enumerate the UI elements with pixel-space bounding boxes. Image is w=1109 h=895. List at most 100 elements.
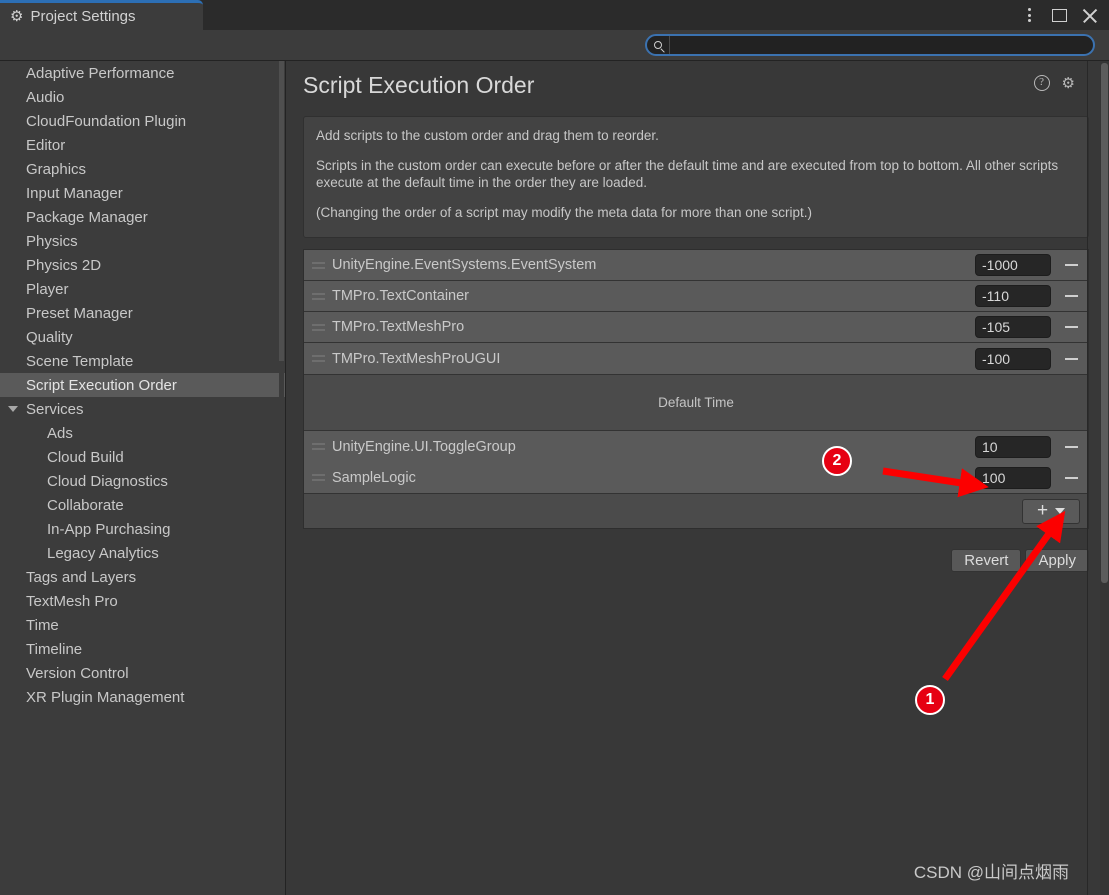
minus-icon xyxy=(1064,357,1078,360)
execution-order-value-input[interactable]: -100 xyxy=(975,347,1051,370)
drag-handle-icon[interactable] xyxy=(304,312,332,342)
sidebar-list: Adaptive Performance Audio CloudFoundation… xyxy=(0,61,285,709)
remove-script-button[interactable] xyxy=(1060,467,1082,489)
sidebar-item-xr-plugin-management[interactable]: XR Plugin Management xyxy=(0,685,285,709)
sidebar-item-graphics[interactable]: Graphics xyxy=(0,157,285,181)
minus-icon xyxy=(1064,476,1078,479)
search-box[interactable] xyxy=(645,34,1095,56)
close-button[interactable] xyxy=(1075,2,1103,28)
drag-handle-icon[interactable] xyxy=(304,431,332,462)
maximize-button[interactable] xyxy=(1045,2,1073,28)
sidebar-item-label: TextMesh Pro xyxy=(26,592,118,610)
more-menu-button[interactable] xyxy=(1015,2,1043,28)
sidebar-item-label: Cloud Build xyxy=(47,448,124,466)
sidebar-item-script-execution-order[interactable]: Script Execution Order xyxy=(0,373,285,397)
sidebar-item-in-app-purchasing[interactable]: In-App Purchasing xyxy=(0,517,285,541)
sidebar-item-adaptive-performance[interactable]: Adaptive Performance xyxy=(0,61,285,85)
settings-sidebar[interactable]: Adaptive Performance Audio CloudFoundation… xyxy=(0,61,286,895)
default-time-label: Default Time xyxy=(658,395,734,410)
sidebar-item-label: In-App Purchasing xyxy=(47,520,171,538)
execution-order-value-input[interactable]: -105 xyxy=(975,316,1051,338)
sidebar-item-physics[interactable]: Physics xyxy=(0,229,285,253)
sidebar-item-editor[interactable]: Editor xyxy=(0,133,285,157)
sidebar-item-input-manager[interactable]: Input Manager xyxy=(0,181,285,205)
info-box: Add scripts to the custom order and drag… xyxy=(303,116,1089,238)
drag-handle-icon[interactable] xyxy=(304,281,332,311)
sidebar-item-player[interactable]: Player xyxy=(0,277,285,301)
sidebar-item-package-manager[interactable]: Package Manager xyxy=(0,205,285,229)
remove-script-button[interactable] xyxy=(1060,285,1082,307)
sidebar-item-cloud-diagnostics[interactable]: Cloud Diagnostics xyxy=(0,469,285,493)
info-paragraph-3: (Changing the order of a script may modi… xyxy=(316,205,812,220)
script-execution-order-list: UnityEngine.EventSystems.EventSystem -100… xyxy=(303,249,1089,529)
main-scrollbar-thumb[interactable] xyxy=(1101,63,1108,583)
sidebar-item-ads[interactable]: Ads xyxy=(0,421,285,445)
sidebar-item-tags-and-layers[interactable]: Tags and Layers xyxy=(0,565,285,589)
sidebar-scrollbar[interactable] xyxy=(279,61,284,895)
execution-order-value-input[interactable]: 100 xyxy=(975,466,1051,489)
sidebar-item-label: Ads xyxy=(47,424,73,442)
tab-project-settings[interactable]: ⚙ Project Settings xyxy=(0,0,203,30)
page-header-icons: ? ⚙ xyxy=(1033,75,1075,91)
execution-order-value-input[interactable]: -1000 xyxy=(975,254,1051,276)
remove-script-button[interactable] xyxy=(1060,348,1082,370)
info-paragraph-1: Add scripts to the custom order and drag… xyxy=(316,128,659,143)
sidebar-item-label: XR Plugin Management xyxy=(26,688,185,706)
drag-handle-icon[interactable] xyxy=(304,250,332,280)
script-name: UnityEngine.EventSystems.EventSystem xyxy=(332,257,597,273)
help-question-icon[interactable]: ? xyxy=(1033,75,1050,91)
window-controls xyxy=(1015,0,1103,30)
sidebar-item-collaborate[interactable]: Collaborate xyxy=(0,493,285,517)
title-bar: ⚙ Project Settings xyxy=(0,0,1109,30)
script-name: SampleLogic xyxy=(332,469,416,486)
sidebar-item-label: Cloud Diagnostics xyxy=(47,472,168,490)
sidebar-item-services[interactable]: Services xyxy=(0,397,285,421)
sidebar-item-timeline[interactable]: Timeline xyxy=(0,637,285,661)
script-row[interactable]: UnityEngine.EventSystems.EventSystem -100… xyxy=(304,250,1088,281)
sidebar-item-cloudfoundation-plugin[interactable]: CloudFoundation Plugin xyxy=(0,109,285,133)
drag-handle-icon[interactable] xyxy=(304,462,332,493)
main-scrollbar[interactable] xyxy=(1100,61,1109,895)
apply-button[interactable]: Apply xyxy=(1025,548,1089,572)
gear-icon[interactable]: ⚙ xyxy=(1062,76,1075,91)
sidebar-item-physics-2d[interactable]: Physics 2D xyxy=(0,253,285,277)
maximize-square-icon xyxy=(1051,8,1067,22)
revert-button[interactable]: Revert xyxy=(951,548,1022,572)
drag-handle-icon[interactable] xyxy=(304,343,332,374)
execution-order-value-input[interactable]: -110 xyxy=(975,285,1051,307)
add-script-button[interactable]: + xyxy=(1022,498,1080,524)
execution-order-value-input[interactable]: 10 xyxy=(975,435,1051,458)
sidebar-item-scene-template[interactable]: Scene Template xyxy=(0,349,285,373)
sidebar-item-version-control[interactable]: Version Control xyxy=(0,661,285,685)
sidebar-item-audio[interactable]: Audio xyxy=(0,85,285,109)
script-row[interactable]: SampleLogic 100 xyxy=(304,462,1088,493)
sidebar-item-legacy-analytics[interactable]: Legacy Analytics xyxy=(0,541,285,565)
remove-script-button[interactable] xyxy=(1060,316,1082,338)
sidebar-item-label: Input Manager xyxy=(26,184,123,202)
script-row[interactable]: TMPro.TextMeshPro -105 xyxy=(304,312,1088,343)
sidebar-item-label: CloudFoundation Plugin xyxy=(26,112,187,130)
chevron-down-icon[interactable] xyxy=(8,406,18,412)
sidebar-scrollbar-thumb[interactable] xyxy=(279,61,284,361)
sidebar-item-label: Legacy Analytics xyxy=(47,544,159,562)
minus-icon xyxy=(1064,264,1078,266)
script-row[interactable]: TMPro.TextMeshProUGUI -100 xyxy=(304,343,1088,374)
sidebar-item-textmesh-pro[interactable]: TextMesh Pro xyxy=(0,589,285,613)
sidebar-item-label: Graphics xyxy=(26,160,87,178)
sidebar-item-preset-manager[interactable]: Preset Manager xyxy=(0,301,285,325)
chevron-down-icon[interactable] xyxy=(1055,508,1066,514)
sidebar-item-label: Time xyxy=(26,616,59,634)
search-icon xyxy=(647,36,669,54)
remove-script-button[interactable] xyxy=(1060,254,1082,276)
script-row[interactable]: TMPro.TextContainer -110 xyxy=(304,281,1088,312)
sidebar-item-quality[interactable]: Quality xyxy=(0,325,285,349)
sidebar-item-cloud-build[interactable]: Cloud Build xyxy=(0,445,285,469)
script-name: TMPro.TextMeshProUGUI xyxy=(332,350,501,367)
script-row[interactable]: UnityEngine.UI.ToggleGroup 10 xyxy=(304,431,1088,462)
sidebar-item-label: Quality xyxy=(26,328,73,346)
script-name: TMPro.TextMeshPro xyxy=(332,319,465,335)
minus-icon xyxy=(1064,326,1078,328)
search-input[interactable] xyxy=(669,36,1093,54)
sidebar-item-time[interactable]: Time xyxy=(0,613,285,637)
remove-script-button[interactable] xyxy=(1060,436,1082,458)
